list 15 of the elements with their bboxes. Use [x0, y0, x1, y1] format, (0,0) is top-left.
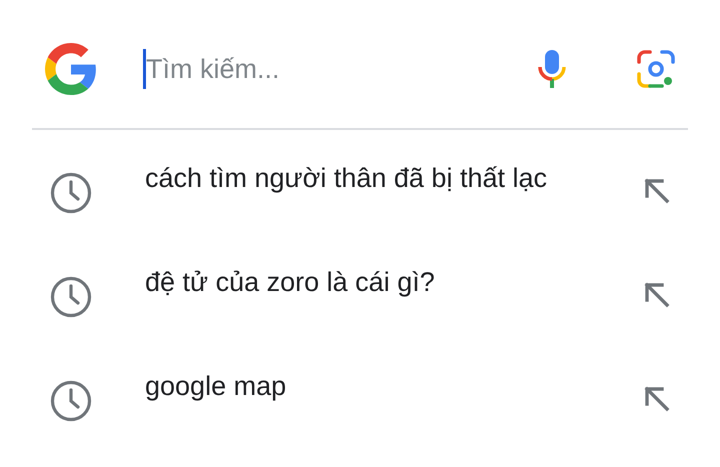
search-input[interactable]: Tìm kiếm...	[146, 48, 506, 90]
suggestion-text[interactable]: đệ tử của zoro là cái gì?	[145, 260, 585, 304]
arrow-up-left-icon[interactable]	[644, 178, 670, 204]
clock-icon	[50, 172, 92, 214]
camera-lens-icon[interactable]	[637, 50, 675, 88]
text-cursor	[143, 49, 146, 89]
suggestion-text[interactable]: cách tìm người thân đã bị thất lạc	[145, 156, 585, 200]
suggestion-text[interactable]: google map	[145, 364, 585, 408]
arrow-up-left-icon[interactable]	[644, 386, 670, 412]
clock-icon	[50, 276, 92, 318]
arrow-up-left-icon[interactable]	[644, 282, 670, 308]
microphone-icon[interactable]	[537, 48, 567, 90]
google-logo-icon	[45, 43, 97, 95]
clock-icon	[50, 380, 92, 422]
search-field[interactable]: Tìm kiếm...	[143, 45, 537, 93]
